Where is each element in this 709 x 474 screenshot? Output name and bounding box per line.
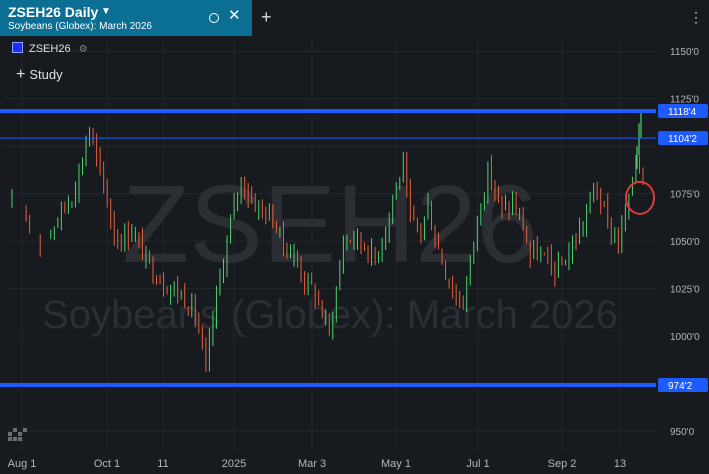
price-chart[interactable]: ZSEH26 Soybeans (Globex): March 2026 1118'…: [0, 0, 709, 474]
y-tick-label: 1025'0: [670, 285, 700, 296]
study-label: Study: [29, 67, 63, 82]
y-tick-label: 1075'0: [670, 190, 700, 201]
tab-title: ZSEH26 Daily: [8, 4, 99, 20]
x-tick-label: Sep 2: [548, 458, 577, 470]
x-tick-label: Aug 1: [8, 458, 37, 470]
plus-icon: +: [16, 66, 26, 83]
x-tick-label: Oct 1: [94, 458, 120, 470]
tab-subtitle: Soybeans (Globex): March 2026: [8, 21, 152, 32]
series-color-swatch: [12, 42, 23, 53]
add-study-button[interactable]: + Study: [16, 66, 63, 84]
tradingview-logo-icon: [8, 428, 27, 441]
y-tick-label: 1050'0: [670, 237, 700, 248]
x-tick-label: Jul 1: [466, 458, 489, 470]
y-tick-label: 1125'0: [670, 95, 699, 106]
chart-app: ZSEH26 Soybeans (Globex): March 2026 1118'…: [0, 0, 709, 474]
price-label: 974'2: [668, 381, 693, 392]
legend-symbol: ZSEH26: [29, 43, 71, 55]
x-tick-label: 13: [614, 458, 626, 470]
y-tick-label: 950'0: [670, 427, 695, 438]
watermark-description: Soybeans (Globex): March 2026: [42, 293, 618, 337]
chart-tab[interactable]: ZSEH26 Daily ▼ Soybeans (Globex): March …: [0, 0, 252, 36]
new-tab-button[interactable]: +: [261, 8, 272, 26]
close-icon[interactable]: ✕: [228, 8, 241, 23]
watermark-symbol: ZSEH26: [122, 163, 538, 286]
price-label: 1118'4: [668, 107, 697, 118]
y-tick-label: 1150'0: [670, 47, 699, 58]
chevron-down-icon[interactable]: ▼: [101, 6, 111, 17]
x-tick-label: Mar 3: [298, 458, 326, 470]
x-tick-label: May 1: [381, 458, 411, 470]
gear-icon[interactable]: ⚙: [79, 44, 88, 55]
x-tick-label: 2025: [222, 458, 246, 470]
legend-series[interactable]: ZSEH26 ⚙: [12, 42, 88, 55]
price-label: 1104'2: [668, 134, 697, 145]
annotation-circle: [625, 180, 655, 215]
circle-icon[interactable]: [209, 13, 219, 23]
y-tick-label: 1000'0: [670, 332, 700, 343]
more-menu-icon[interactable]: ⋮: [689, 10, 703, 24]
x-tick-label: 11: [157, 458, 168, 470]
